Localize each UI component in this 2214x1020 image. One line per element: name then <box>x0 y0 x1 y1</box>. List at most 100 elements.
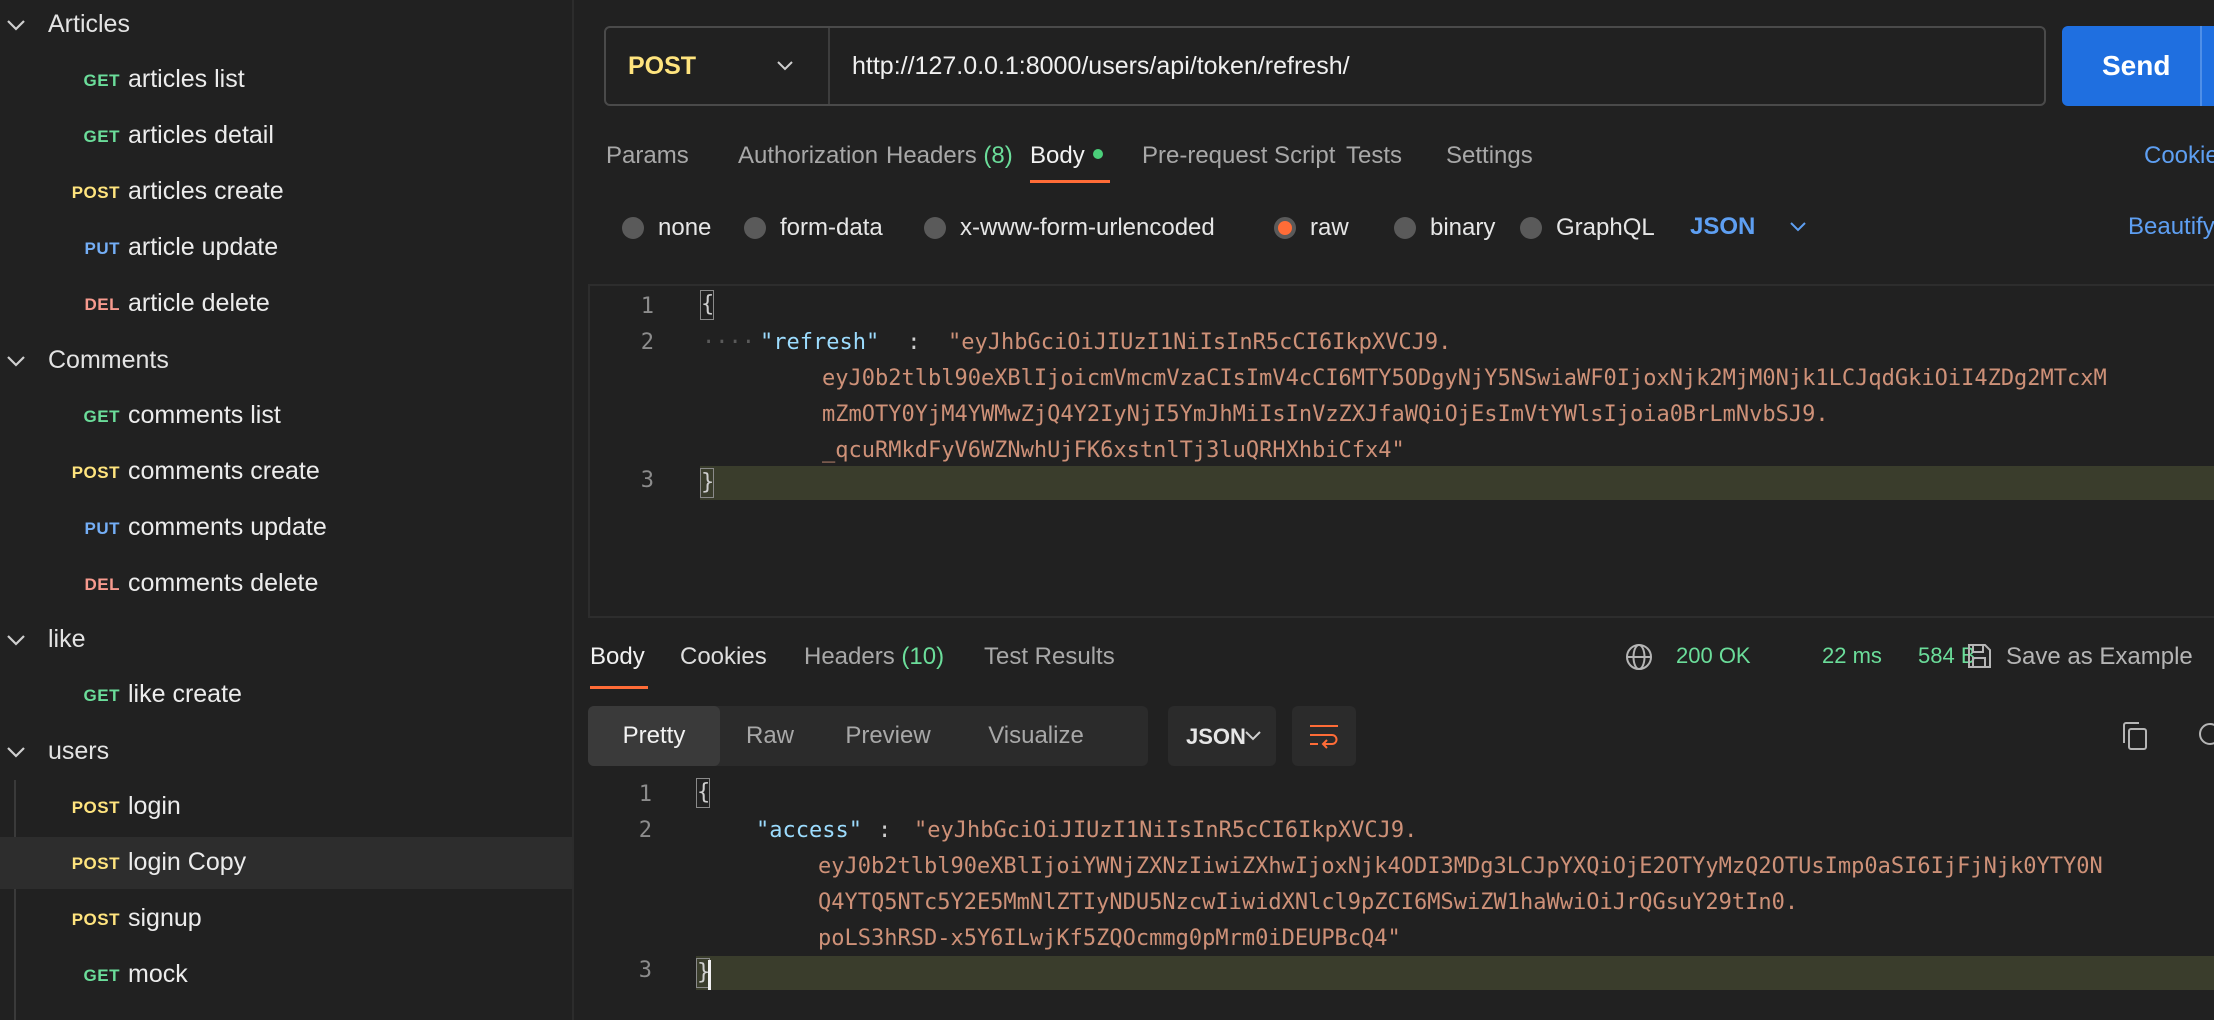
radio-circle <box>924 217 946 239</box>
body-format-dropdown[interactable]: JSON <box>1690 213 1806 241</box>
method-dropdown[interactable]: POST <box>606 28 830 104</box>
folder-like[interactable]: like <box>0 619 572 659</box>
tab-authorization[interactable]: Authorization <box>738 142 878 170</box>
request-item-article-delete[interactable]: DEL article delete <box>0 278 572 330</box>
save-as-example-button[interactable]: Save as Example <box>2006 643 2193 671</box>
headers-count: (10) <box>901 643 945 670</box>
request-item-like-create[interactable]: GET like create <box>0 669 572 721</box>
request-item-mock[interactable]: GET mock <box>0 949 572 1001</box>
method-badge: DEL <box>84 575 120 594</box>
save-icon[interactable] <box>1964 641 1994 671</box>
tab-label: Headers <box>886 142 977 169</box>
active-tab-indicator <box>590 686 648 689</box>
request-body-editor[interactable]: 1 2 3 { ···· "refresh" : "eyJhbGciOiJIUz… <box>588 284 2214 618</box>
view-raw[interactable]: Raw <box>720 706 820 766</box>
chevron-down-icon[interactable] <box>4 16 28 34</box>
json-string: "eyJhbGciOiJIUzI1NiIsInR5cCI6IkpXVCJ9. <box>948 330 1452 355</box>
view-pretty[interactable]: Pretty <box>588 706 720 766</box>
request-name: login Copy <box>128 848 247 876</box>
format-value: JSON <box>1690 213 1756 240</box>
request-name: signup <box>128 904 202 932</box>
status-code[interactable]: 200 OK <box>1676 643 1751 669</box>
request-name: articles detail <box>128 121 274 149</box>
response-tab-cookies[interactable]: Cookies <box>680 643 767 671</box>
radio-circle <box>622 217 644 239</box>
radio-none[interactable]: none <box>622 214 711 242</box>
response-tab-body[interactable]: Body <box>590 643 645 671</box>
radio-circle <box>744 217 766 239</box>
method-badge: POST <box>71 463 120 482</box>
response-view-switcher: Pretty Raw Preview Visualize <box>588 706 1148 766</box>
line-number: 3 <box>638 958 652 983</box>
request-item-signup[interactable]: POST signup <box>0 893 572 945</box>
radio-label: binary <box>1430 214 1496 241</box>
request-name: comments create <box>128 457 320 485</box>
request-name: mock <box>128 960 188 988</box>
request-name: articles list <box>128 65 245 93</box>
response-time[interactable]: 22 ms <box>1822 643 1882 669</box>
tab-params[interactable]: Params <box>606 142 689 170</box>
cookies-link[interactable]: Cookies <box>2144 142 2214 170</box>
request-name: like create <box>128 680 242 708</box>
response-tab-headers[interactable]: Headers (10) <box>804 643 944 671</box>
chevron-down-icon[interactable] <box>4 743 28 761</box>
url-bar: POST <box>604 26 2046 106</box>
request-item-comments-create[interactable]: POST comments create <box>0 446 572 498</box>
method-badge: PUT <box>84 519 120 538</box>
wrap-lines-button[interactable] <box>1292 706 1356 766</box>
radio-x-www-form-urlencoded[interactable]: x-www-form-urlencoded <box>924 214 1215 242</box>
chevron-down-icon[interactable] <box>4 352 28 370</box>
response-tab-test-results[interactable]: Test Results <box>984 643 1115 671</box>
radio-graphql[interactable]: GraphQL <box>1520 214 1655 242</box>
copy-icon[interactable] <box>2120 720 2150 752</box>
folder-articles[interactable]: Articles <box>0 4 572 44</box>
request-item-articles-detail[interactable]: GET articles detail <box>0 110 572 162</box>
response-body-viewer[interactable]: 1 2 3 { "access" : "eyJhbGciOiJIUzI1NiIs… <box>588 776 2214 1020</box>
search-icon[interactable] <box>2196 720 2214 750</box>
response-format-dropdown[interactable]: JSON <box>1168 706 1276 766</box>
send-button[interactable]: Send <box>2062 26 2214 106</box>
tab-tests[interactable]: Tests <box>1346 142 1402 170</box>
request-item-articles-list[interactable]: GET articles list <box>0 54 572 106</box>
radio-circle-selected <box>1274 217 1296 239</box>
folder-label: Articles <box>48 9 130 38</box>
text-cursor <box>708 960 711 990</box>
code-brace: } <box>701 470 715 495</box>
radio-binary[interactable]: binary <box>1394 214 1495 242</box>
view-visualize[interactable]: Visualize <box>956 706 1116 766</box>
line-number: 2 <box>638 818 652 843</box>
tab-pre-request-script[interactable]: Pre-request Script <box>1142 142 1335 170</box>
request-item-login-copy[interactable]: POST login Copy <box>0 837 572 889</box>
tab-label: Body <box>1030 142 1085 169</box>
code-brace: { <box>697 780 711 805</box>
request-item-comments-list[interactable]: GET comments list <box>0 390 572 442</box>
request-name: article delete <box>128 289 270 317</box>
method-badge: POST <box>71 910 120 929</box>
folder-users[interactable]: users <box>0 731 572 771</box>
json-colon: : <box>878 818 905 843</box>
request-item-comments-update[interactable]: PUT comments update <box>0 502 572 554</box>
json-string: eyJ0b2tlbl90eXBlIjoiYWNjZXNzIiwiZXhwIjox… <box>818 854 2103 879</box>
tab-body[interactable]: Body <box>1030 142 1103 170</box>
view-preview[interactable]: Preview <box>820 706 956 766</box>
url-input[interactable] <box>852 48 2012 84</box>
request-name: comments update <box>128 513 327 541</box>
request-item-article-update[interactable]: PUT article update <box>0 222 572 274</box>
method-badge: GET <box>83 407 120 426</box>
folder-comments[interactable]: Comments <box>0 340 572 380</box>
tab-settings[interactable]: Settings <box>1446 142 1533 170</box>
radio-form-data[interactable]: form-data <box>744 214 883 242</box>
request-item-login[interactable]: POST login <box>0 781 572 833</box>
request-item-articles-create[interactable]: POST articles create <box>0 166 572 218</box>
request-item-comments-delete[interactable]: DEL comments delete <box>0 558 572 610</box>
tab-headers[interactable]: Headers (8) <box>886 142 1013 170</box>
json-string: poLS3hRSD-x5Y6ILwjKf5ZQOcmmg0pMrm0iDEUPB… <box>818 926 1401 951</box>
wrap-lines-icon <box>1310 725 1338 749</box>
current-line-highlight <box>696 956 2214 990</box>
globe-icon[interactable] <box>1624 642 1654 672</box>
request-name: login <box>128 792 181 820</box>
radio-raw[interactable]: raw <box>1274 214 1349 242</box>
chevron-down-icon[interactable] <box>4 631 28 649</box>
method-value: POST <box>628 52 697 80</box>
beautify-link[interactable]: Beautify <box>2128 213 2214 241</box>
